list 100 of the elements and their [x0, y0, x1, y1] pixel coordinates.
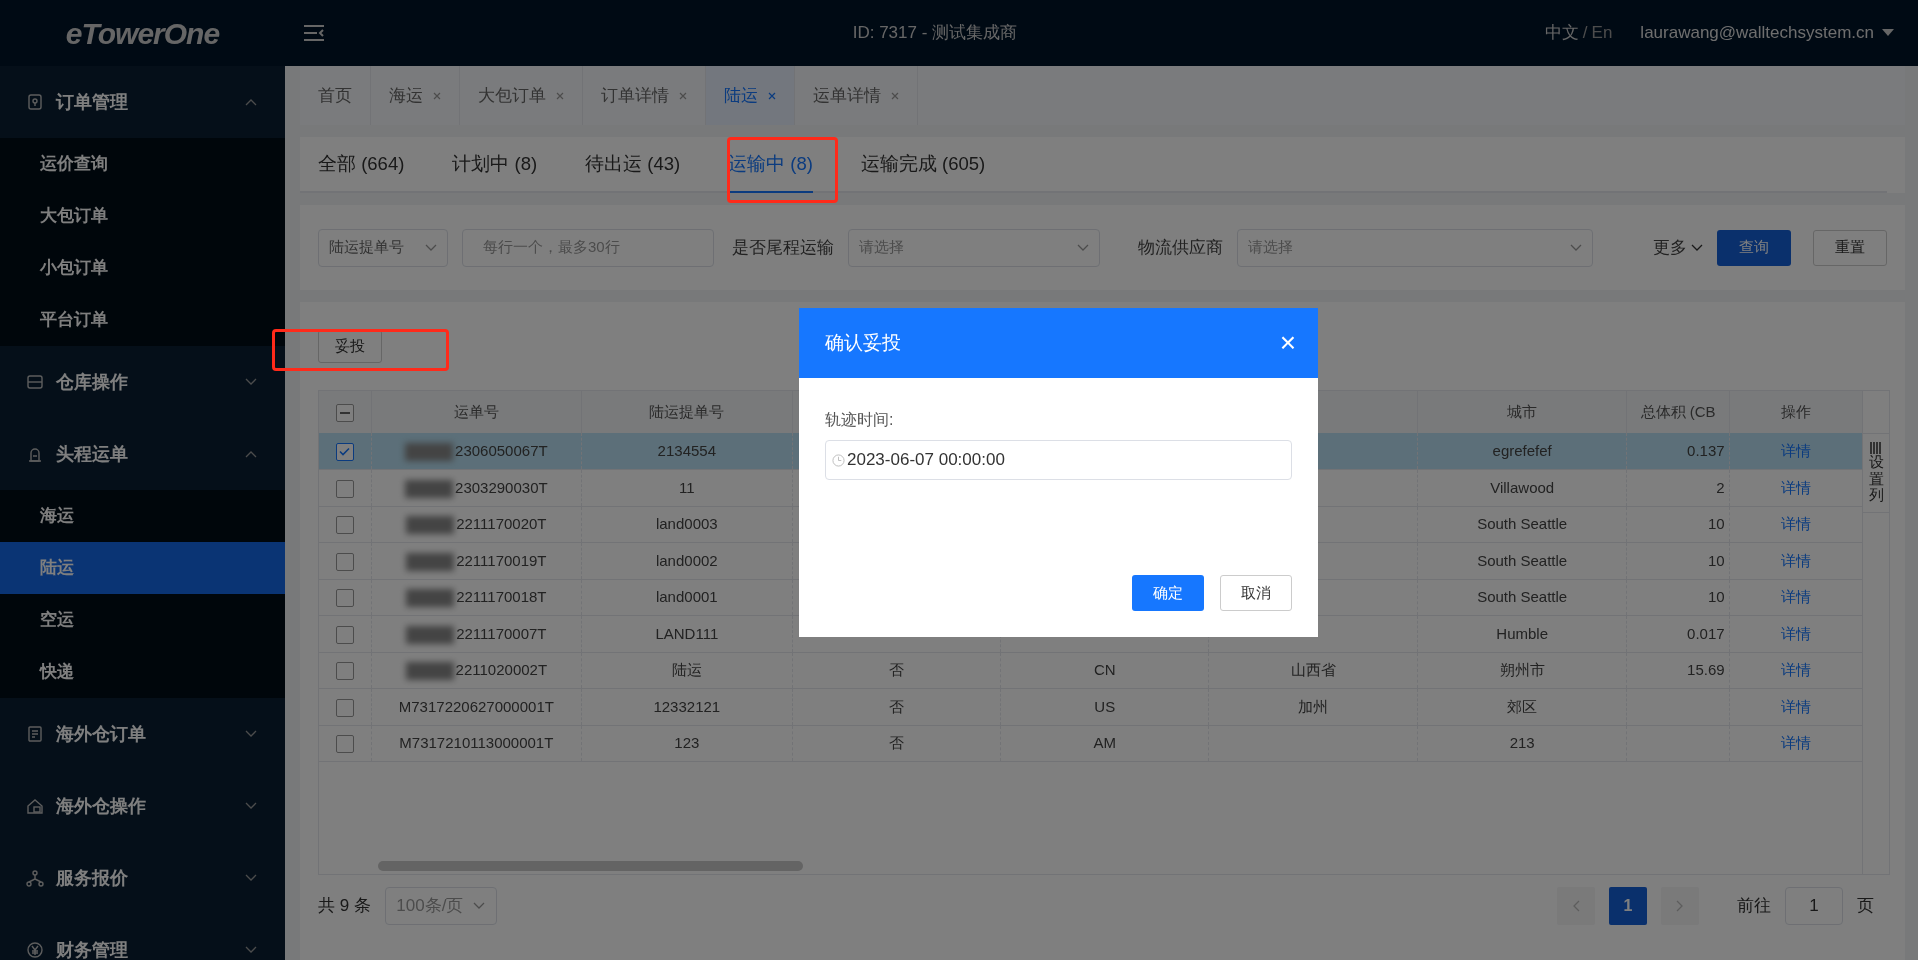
chevron-down-icon[interactable]	[245, 874, 257, 882]
chevron-down-icon[interactable]	[245, 802, 257, 810]
chevron-down-icon[interactable]	[245, 946, 257, 954]
menu-item[interactable]: 平台订单	[0, 294, 285, 346]
details-link[interactable]: 详情	[1781, 624, 1812, 642]
row-checkbox[interactable]	[335, 735, 354, 754]
status-tab[interactable]: 待出运 (43)	[585, 137, 681, 193]
table-cell: 否	[888, 697, 904, 715]
table-cell: egrefefef	[1492, 441, 1552, 459]
menu-group[interactable]: 海外仓订单	[0, 698, 285, 770]
select-all-checkbox[interactable]	[335, 403, 354, 422]
status-tab[interactable]: 运输中 (8)	[728, 137, 813, 193]
menu-item[interactable]: 小包订单	[0, 242, 285, 294]
menu-item[interactable]: 海运	[0, 490, 285, 542]
menu-item[interactable]: 运价查询	[0, 138, 285, 190]
status-tab[interactable]: 计划中 (8)	[452, 137, 538, 193]
close-button[interactable]: ×	[1279, 329, 1296, 357]
chevron-down-icon[interactable]	[245, 378, 257, 386]
details-link[interactable]: 详情	[1781, 734, 1812, 751]
menu-item[interactable]: 空运	[0, 594, 285, 646]
column-settings-button[interactable]: 设置列	[1862, 433, 1890, 513]
total-count: 共 9 条	[318, 895, 371, 918]
close-icon[interactable]	[679, 91, 687, 100]
datetime-field[interactable]: 2023-06-07 00:00:00	[825, 440, 1292, 480]
table-cell: 12332121	[653, 697, 721, 715]
page-tab[interactable]: 海运	[371, 66, 460, 125]
table-cell: Villawood	[1490, 478, 1555, 496]
reset-button[interactable]: 重置	[1813, 229, 1887, 266]
row-checkbox[interactable]	[335, 516, 354, 535]
close-icon[interactable]	[768, 91, 776, 100]
table-cell: land0003	[655, 515, 718, 532]
column-header: 城市	[1507, 402, 1538, 420]
chevron-down-icon	[1077, 243, 1089, 252]
language-option[interactable]: En	[1591, 20, 1613, 46]
menu-group[interactable]: 财务管理	[0, 914, 285, 960]
details-link[interactable]: 详情	[1781, 588, 1812, 605]
details-link[interactable]: 详情	[1781, 697, 1812, 715]
menu-group[interactable]: 仓库操作	[0, 346, 285, 418]
cancel-button[interactable]: 取消	[1220, 575, 1292, 611]
confirm-button[interactable]: 确定	[1132, 575, 1204, 611]
menu-group[interactable]: 订单管理	[0, 66, 285, 138]
row-checkbox[interactable]	[335, 625, 354, 644]
row-checkbox[interactable]	[335, 662, 354, 681]
close-icon[interactable]	[433, 91, 441, 100]
account-title: ID: 7317 - 测试集成商	[852, 23, 1018, 43]
search-button[interactable]: 查询	[1717, 229, 1791, 266]
chevron-up-icon[interactable]	[245, 450, 257, 458]
row-checkbox[interactable]	[335, 442, 354, 461]
table-cell: 123	[674, 734, 700, 751]
menu-icon[interactable]	[303, 24, 325, 42]
column-header: 陆运提单号	[649, 402, 725, 420]
language-option[interactable]: 中文	[1544, 20, 1579, 46]
details-link[interactable]: 详情	[1781, 478, 1812, 496]
table-cell: 否	[888, 661, 904, 678]
status-tab[interactable]: 全部 (664)	[318, 137, 405, 193]
deliver-button[interactable]: 妥投	[318, 330, 382, 363]
table-cell: 11	[679, 478, 695, 496]
close-icon[interactable]	[891, 91, 899, 100]
chevron-down-icon	[425, 243, 437, 252]
status-tab[interactable]: 运输完成 (605)	[860, 137, 986, 193]
page-button[interactable]: 1	[1609, 887, 1647, 925]
chevron-down-icon[interactable]	[1691, 243, 1703, 252]
page-tab[interactable]: 首页	[300, 66, 371, 125]
details-link[interactable]: 详情	[1781, 551, 1812, 569]
table-cell: 2211170007T	[456, 624, 547, 642]
user-email[interactable]: laurawang@walltechsystem.cn	[1640, 20, 1874, 46]
page-tab[interactable]: 陆运	[706, 66, 795, 125]
clock-icon	[832, 453, 845, 467]
row-checkbox[interactable]	[335, 698, 354, 717]
chevron-down-icon[interactable]	[245, 730, 257, 738]
page-tab[interactable]: 运单详情	[795, 66, 918, 125]
more-toggle[interactable]: 更多	[1653, 234, 1703, 261]
table-cell: South Seattle	[1477, 551, 1568, 569]
menu-group[interactable]: 头程运单	[0, 418, 285, 490]
details-link[interactable]: 详情	[1781, 441, 1812, 459]
menu-item[interactable]: 快递	[0, 646, 285, 698]
page-number-field[interactable]: 1	[1785, 887, 1843, 925]
menu-item[interactable]: 陆运	[0, 542, 285, 594]
close-icon[interactable]	[556, 91, 564, 100]
table-cell: 15.69	[1687, 661, 1725, 678]
chevron-down-icon	[473, 902, 486, 910]
page-tab[interactable]: 大包订单	[460, 66, 583, 125]
details-link[interactable]: 详情	[1781, 661, 1812, 678]
column-header: 运单号	[453, 402, 499, 420]
row-checkbox[interactable]	[335, 552, 354, 571]
row-checkbox[interactable]	[335, 589, 354, 608]
table-cell: 加州	[1298, 697, 1329, 715]
chevron-right-icon	[1676, 900, 1684, 912]
field-select[interactable]: 陆运提单号	[318, 228, 448, 267]
table-cell: 0.017	[1687, 624, 1725, 642]
details-link[interactable]: 详情	[1781, 515, 1812, 532]
dropdown-icon[interactable]	[1882, 29, 1894, 37]
chevron-up-icon[interactable]	[245, 98, 257, 106]
network-icon	[26, 869, 44, 887]
row-checkbox[interactable]	[335, 479, 354, 498]
menu-group[interactable]: 海外仓操作	[0, 770, 285, 842]
table-cell: AM	[1093, 734, 1116, 751]
scrollbar[interactable]	[378, 861, 803, 871]
menu-item[interactable]: 大包订单	[0, 190, 285, 242]
menu-group[interactable]: 服务报价	[0, 842, 285, 914]
